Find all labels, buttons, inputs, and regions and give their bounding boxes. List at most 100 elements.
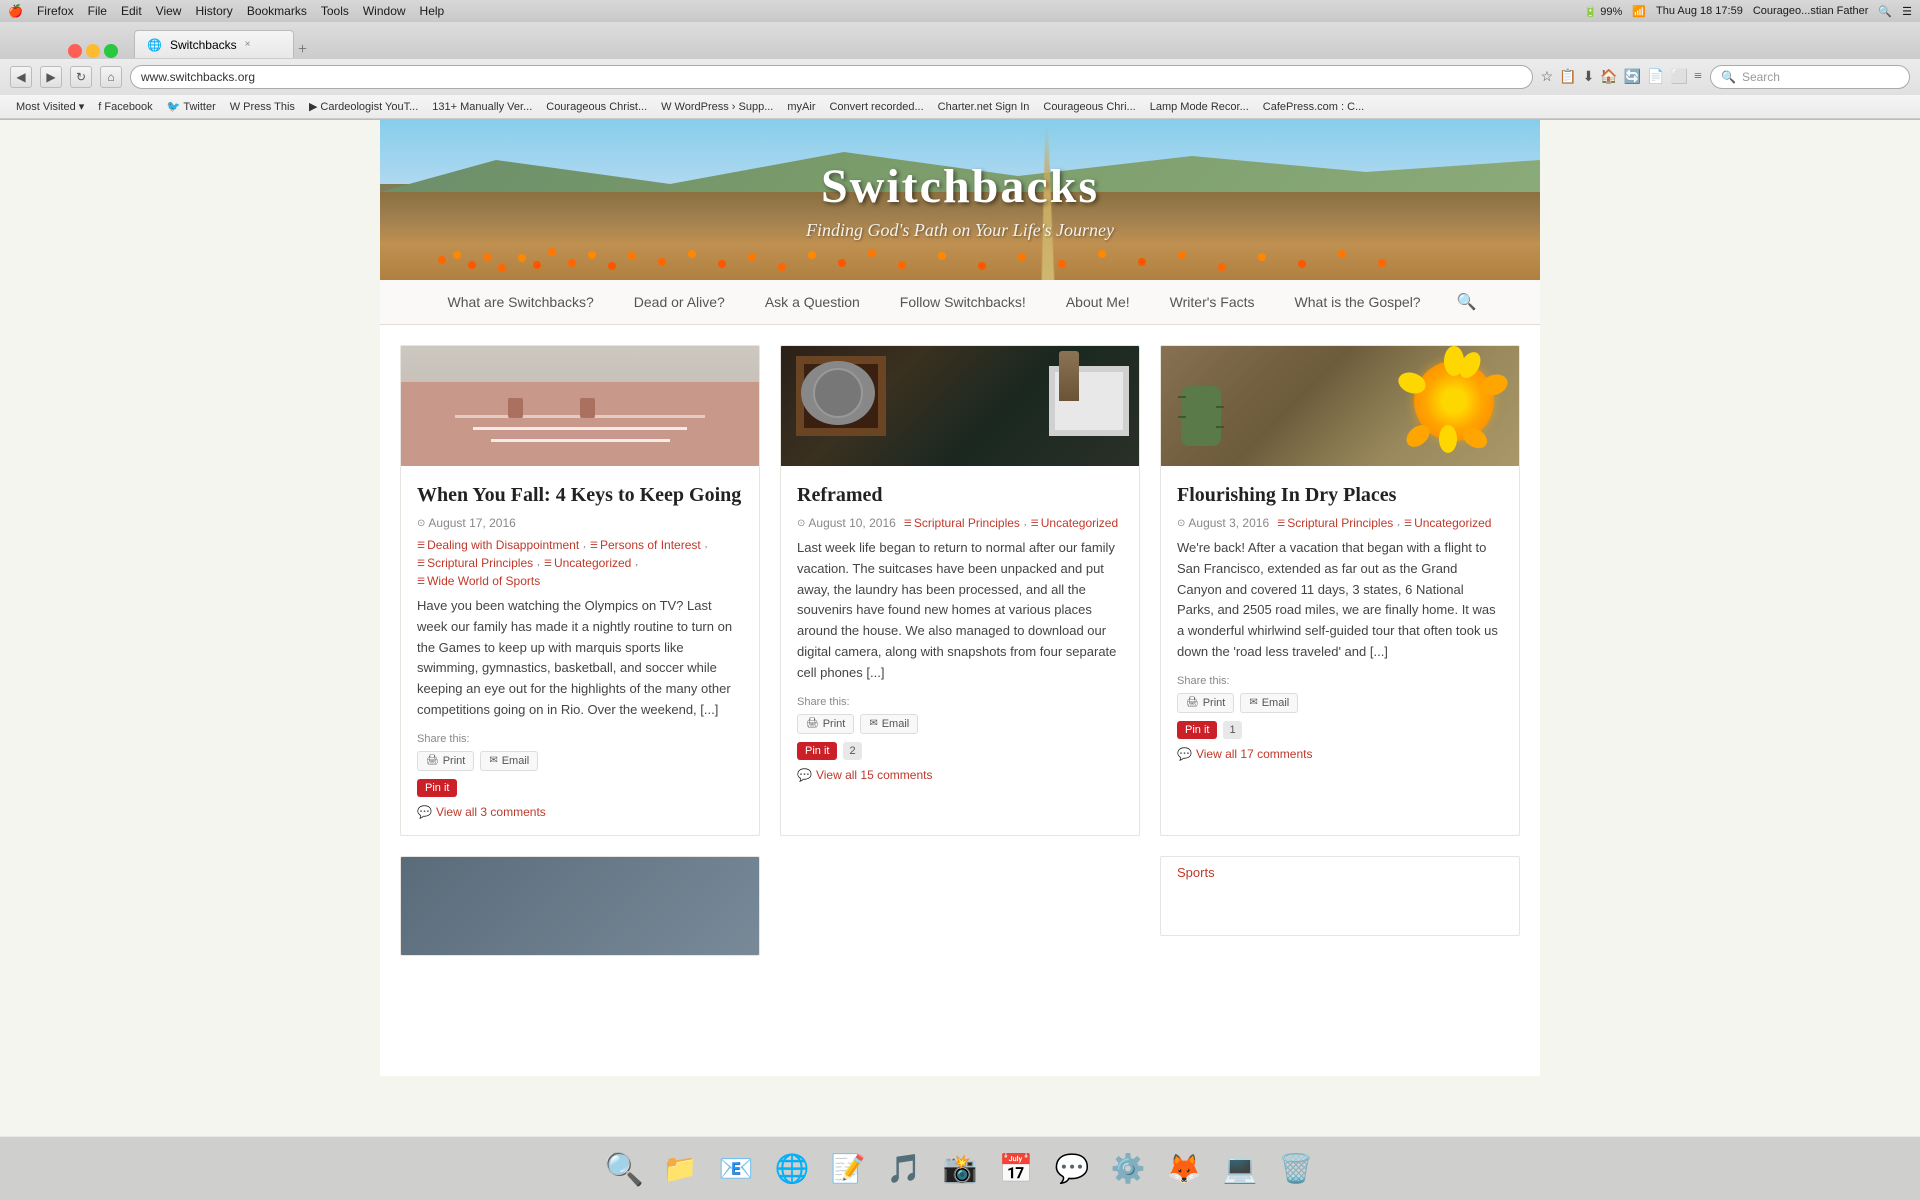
back-button[interactable]: ◀ — [10, 66, 32, 88]
menu-help[interactable]: Help — [420, 4, 445, 18]
nav-gospel[interactable]: What is the Gospel? — [1275, 280, 1441, 324]
bookmark-manually-ver[interactable]: 131+ Manually Ver... — [426, 99, 538, 115]
post-cat-uncategorized-2[interactable]: Uncategorized — [1031, 516, 1118, 530]
reload-button[interactable]: ↻ — [70, 66, 92, 88]
pinterest-button-1[interactable]: Pin it — [417, 779, 457, 797]
facebook-icon: f — [98, 101, 101, 113]
post-cat-sports[interactable]: Wide World of Sports — [417, 574, 540, 588]
bookmark-label: Lamp Mode Recor... — [1150, 101, 1249, 113]
menu-extras-icon[interactable]: ☰ — [1902, 5, 1912, 18]
dock-files[interactable]: 📁 — [654, 1143, 706, 1195]
menu-window[interactable]: Window — [363, 4, 406, 18]
print-button-3[interactable]: 🖨 Print — [1177, 693, 1234, 713]
email-button-1[interactable]: ✉ Email — [480, 751, 538, 771]
dock-finder[interactable]: 🔍 — [598, 1143, 650, 1195]
overflow-menu-icon[interactable]: ≡ — [1694, 69, 1702, 85]
maximize-window-button[interactable] — [104, 44, 118, 58]
bookmark-most-visited[interactable]: Most Visited ▾ — [10, 98, 90, 115]
pinterest-button-2[interactable]: Pin it — [797, 742, 837, 760]
menu-tools[interactable]: Tools — [321, 4, 349, 18]
email-button-2[interactable]: ✉ Email — [860, 714, 918, 734]
menu-bookmarks[interactable]: Bookmarks — [247, 4, 307, 18]
dock-mail[interactable]: 📧 — [710, 1143, 762, 1195]
view-comments-1[interactable]: View all 3 comments — [417, 805, 743, 819]
bookmark-convert[interactable]: Convert recorded... — [823, 99, 929, 115]
tab-close-button[interactable]: × — [245, 39, 251, 50]
dock-firefox[interactable]: 🦊 — [1158, 1143, 1210, 1195]
nav-dead-or-alive[interactable]: Dead or Alive? — [614, 280, 745, 324]
new-tab-button[interactable]: + — [298, 42, 307, 58]
bookmark-twitter[interactable]: 🐦 Twitter — [161, 98, 222, 115]
post-cat-uncategorized-3[interactable]: Uncategorized — [1404, 516, 1491, 530]
view-comments-2[interactable]: View all 15 comments — [797, 768, 1123, 782]
post-cat-disappointment[interactable]: Dealing with Disappointment — [417, 538, 579, 552]
menu-edit[interactable]: Edit — [121, 4, 142, 18]
sync-icon[interactable]: 🔄 — [1624, 69, 1641, 86]
bookmark-myair[interactable]: myAir — [781, 99, 821, 115]
bookmark-charter[interactable]: Charter.net Sign In — [932, 99, 1036, 115]
nav-what-are-switchbacks[interactable]: What are Switchbacks? — [427, 280, 613, 324]
browser-search-bar[interactable]: 🔍 Search — [1710, 65, 1910, 89]
post-cat-scriptural-3[interactable]: Scriptural Principles — [1277, 516, 1393, 530]
minimize-window-button[interactable] — [86, 44, 100, 58]
bookmark-label: Cardeologist YouT... — [320, 101, 418, 113]
dock-trash[interactable]: 🗑️ — [1270, 1143, 1322, 1195]
nav-about-me[interactable]: About Me! — [1046, 280, 1150, 324]
search-icon[interactable]: 🔍 — [1878, 5, 1892, 18]
menu-history[interactable]: History — [195, 4, 232, 18]
dock-terminal[interactable]: 💻 — [1214, 1143, 1266, 1195]
bookmark-press-this[interactable]: W Press This — [224, 99, 301, 115]
menu-file[interactable]: File — [88, 4, 107, 18]
dock-preferences[interactable]: ⚙️ — [1102, 1143, 1154, 1195]
nav-search-icon[interactable]: 🔍 — [1441, 282, 1493, 322]
menu-view[interactable]: View — [156, 4, 182, 18]
nav-writers-facts[interactable]: Writer's Facts — [1150, 280, 1275, 324]
dock-calendar[interactable]: 📅 — [990, 1143, 1042, 1195]
view-comments-3[interactable]: View all 17 comments — [1177, 747, 1503, 761]
dock-messages[interactable]: 💬 — [1046, 1143, 1098, 1195]
download-icon[interactable]: ⬇ — [1583, 69, 1595, 86]
home-button[interactable]: ⌂ — [100, 66, 122, 88]
trash-icon: 🗑️ — [1279, 1152, 1314, 1186]
bookmark-star-icon[interactable]: ☆ — [1541, 69, 1554, 86]
email-button-3[interactable]: ✉ Email — [1240, 693, 1298, 713]
bookmark-list-icon[interactable]: 📋 — [1559, 69, 1576, 86]
dock-music[interactable]: 🎵 — [878, 1143, 930, 1195]
bookmark-courageous2[interactable]: Courageous Chri... — [1037, 99, 1141, 115]
bookmark-label: Twitter — [183, 101, 215, 113]
print-button-2[interactable]: 🖨 Print — [797, 714, 854, 734]
sports-category-label[interactable]: Sports — [1161, 857, 1519, 888]
post-title-2[interactable]: Reframed — [797, 482, 1123, 508]
close-window-button[interactable] — [68, 44, 82, 58]
home-icon[interactable]: 🏠 — [1600, 69, 1617, 86]
post-title-1[interactable]: When You Fall: 4 Keys to Keep Going — [417, 482, 743, 508]
dock-safari[interactable]: 🌐 — [766, 1143, 818, 1195]
forward-button[interactable]: ▶ — [40, 66, 62, 88]
bookmark-wordpress-supp[interactable]: W WordPress › Supp... — [655, 99, 779, 115]
reader-view-icon[interactable]: 📄 — [1647, 69, 1664, 86]
post-title-3[interactable]: Flourishing In Dry Places — [1177, 482, 1503, 508]
nav-follow[interactable]: Follow Switchbacks! — [880, 280, 1046, 324]
print-button-1[interactable]: 🖨 Print — [417, 751, 474, 771]
bookmark-cardeologist[interactable]: ▶ Cardeologist YouT... — [303, 98, 424, 115]
bookmark-courageous1[interactable]: Courageous Christ... — [540, 99, 653, 115]
post-cat-scriptural[interactable]: Scriptural Principles — [417, 556, 533, 570]
pinterest-button-3[interactable]: Pin it — [1177, 721, 1217, 739]
nav-ask-question[interactable]: Ask a Question — [745, 280, 880, 324]
dock-notes[interactable]: 📝 — [822, 1143, 874, 1195]
post-cat-uncategorized[interactable]: Uncategorized — [544, 556, 631, 570]
email-icon-2: ✉ — [869, 718, 877, 729]
menu-firefox[interactable]: Firefox — [37, 4, 74, 18]
browser-chrome: 🌐 Switchbacks × + ◀ ▶ ↻ ⌂ www.switchback… — [0, 22, 1920, 120]
pin-count-2: 2 — [843, 742, 861, 760]
post-cat-persons[interactable]: Persons of Interest — [590, 538, 701, 552]
url-bar[interactable]: www.switchbacks.org — [130, 65, 1533, 89]
post-cat-scriptural-2[interactable]: Scriptural Principles — [904, 516, 1020, 530]
apple-menu[interactable]: 🍎 — [8, 4, 23, 18]
bookmark-cafepress[interactable]: CafePress.com : C... — [1257, 99, 1370, 115]
bookmark-lamp-mode[interactable]: Lamp Mode Recor... — [1144, 99, 1255, 115]
fullscreen-icon[interactable]: ⬜ — [1671, 69, 1688, 86]
dock-photos[interactable]: 📸 — [934, 1143, 986, 1195]
bookmark-facebook[interactable]: f Facebook — [92, 99, 158, 115]
active-tab[interactable]: 🌐 Switchbacks × — [134, 30, 294, 58]
